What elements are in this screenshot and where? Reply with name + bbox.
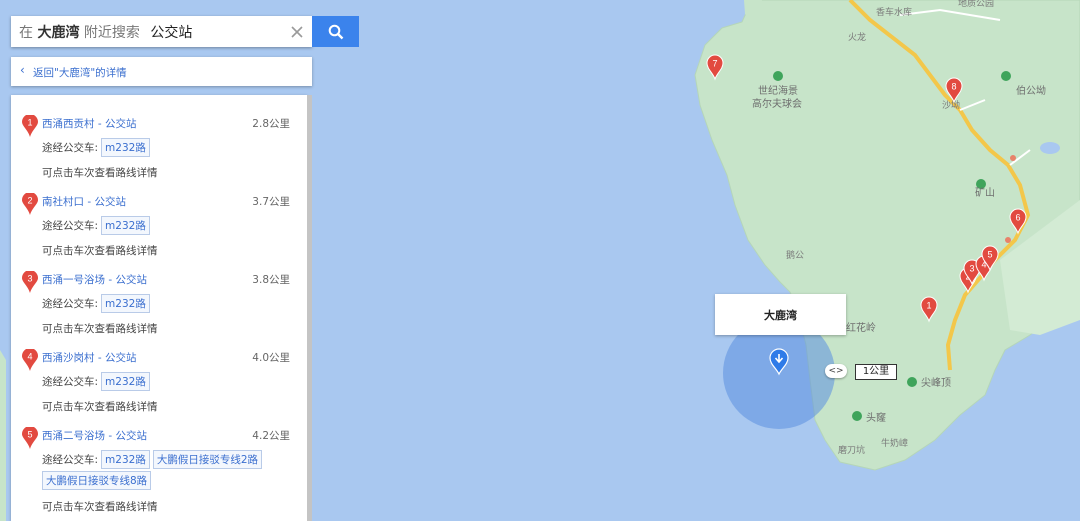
marker-2-icon: 2 [22,193,38,215]
search-icon [328,24,343,39]
map-marker-label: 7 [712,59,717,69]
search-query: 公交站 [150,25,193,41]
map-label-golf-1: 世纪海景 [758,84,798,97]
reservoir [1040,142,1060,154]
route-tag[interactable]: m232路 [101,138,150,157]
marker-5-icon: 5 [22,427,38,449]
result-hint: 可点击车次查看路线详情 [42,501,158,513]
map-marker-label: 8 [951,82,956,92]
result-name[interactable]: 西涌西贡村 - 公交站 [42,116,136,131]
marker-1-icon: 1 [22,115,38,137]
search-button[interactable] [312,16,359,47]
result-via: 途经公交车: m232路 [42,216,150,235]
result-distance: 3.8公里 [252,274,290,286]
back-link-label: 返回"大鹿湾"的详情 [33,67,127,79]
search-middle: 附近搜索 [83,25,140,41]
result-name[interactable]: 西涌沙岗村 - 公交站 [42,350,136,365]
map-label-toudian: 头窿 [866,411,886,424]
scrollbar-thumb[interactable] [307,95,312,521]
svg-text:3: 3 [27,274,32,284]
route-tag[interactable]: m232路 [101,372,150,391]
scale-toggle[interactable]: <> [825,364,847,378]
result-distance: 3.7公里 [252,196,290,208]
chevron-left-icon: ‹ [20,63,25,77]
map-label-niunaizhang: 牛奶嶂 [881,437,908,449]
result-distance: 2.8公里 [252,118,290,130]
result-name[interactable]: 南社村口 - 公交站 [42,194,126,209]
svg-text:5: 5 [27,430,32,440]
results-scrollbar[interactable] [307,95,312,521]
marker-3-icon: 3 [22,271,38,293]
search-place: 大鹿湾 [37,25,80,41]
svg-text:1: 1 [27,118,32,128]
result-distance: 4.2公里 [252,430,290,442]
map-label-top-road: 香车水库 [876,6,912,18]
route-tag[interactable]: m232路 [101,294,150,313]
result-via: 途经公交车: m232路 [42,138,150,157]
result-via: 途经公交车: m232路 [42,372,150,391]
map-marker-label: 1 [926,301,931,311]
map-label-shagang: 沙坳 [942,99,960,111]
map-marker-label: 3 [969,264,974,274]
svg-text:4: 4 [27,352,32,362]
svg-text:2: 2 [27,196,32,206]
route-tag[interactable]: m232路 [101,450,150,469]
map-label-golf-2: 高尔夫球会 [752,97,802,110]
map-marker-label: 6 [1015,213,1020,223]
results-panel: 1 西涌西贡村 - 公交站 2.8公里 途经公交车: m232路 可点击车次查看路… [11,95,307,521]
result-via: 途经公交车: m232路 大鹏假日接驳专线2路 [42,450,263,469]
result-hint: 可点击车次查看路线详情 [42,167,158,179]
result-name[interactable]: 西涌二号浴场 - 公交站 [42,428,147,443]
result-name[interactable]: 西涌一号浴场 - 公交站 [42,272,147,287]
result-via-line2: 大鹏假日接驳专线8路 [42,471,152,490]
close-icon [290,25,303,38]
clear-button[interactable] [281,16,312,47]
search-input[interactable]: 在 大鹿湾 附近搜索 公交站 [11,16,312,47]
map-label-pass: 火龙 [848,31,866,43]
map-label-top-park: 地质公园 [958,0,994,9]
result-hint: 可点击车次查看路线详情 [42,401,158,413]
result-via: 途经公交车: m232路 [42,294,150,313]
result-distance: 4.0公里 [252,352,290,364]
map-marker-label: 5 [987,250,992,260]
search-prefix: 在 [19,25,33,41]
map-label-baigong: 伯公坳 [1016,84,1046,97]
map-label-yuegong: 鹅公 [786,249,804,261]
place-popup[interactable]: 大鹿湾 [715,294,846,335]
popup-title: 大鹿湾 [764,308,797,322]
scale-bar: 1公里 [855,364,897,380]
land-left-edge [0,350,6,521]
route-tag[interactable]: 大鹏假日接驳专线2路 [152,450,263,469]
result-hint: 可点击车次查看路线详情 [42,323,158,335]
result-hint: 可点击车次查看路线详情 [42,245,158,257]
map-label-jianfengding: 尖峰顶 [921,376,951,389]
map-label-mogangding: 磨刀坑 [838,444,865,456]
back-link[interactable]: ‹ 返回"大鹿湾"的详情 [11,57,312,86]
route-tag[interactable]: m232路 [101,216,150,235]
marker-4-icon: 4 [22,349,38,371]
route-tag[interactable]: 大鹏假日接驳专线8路 [42,471,152,490]
map-label-kuangshan: 矿山 [975,186,995,199]
map-label-honghualing: 红花岭 [846,321,876,334]
